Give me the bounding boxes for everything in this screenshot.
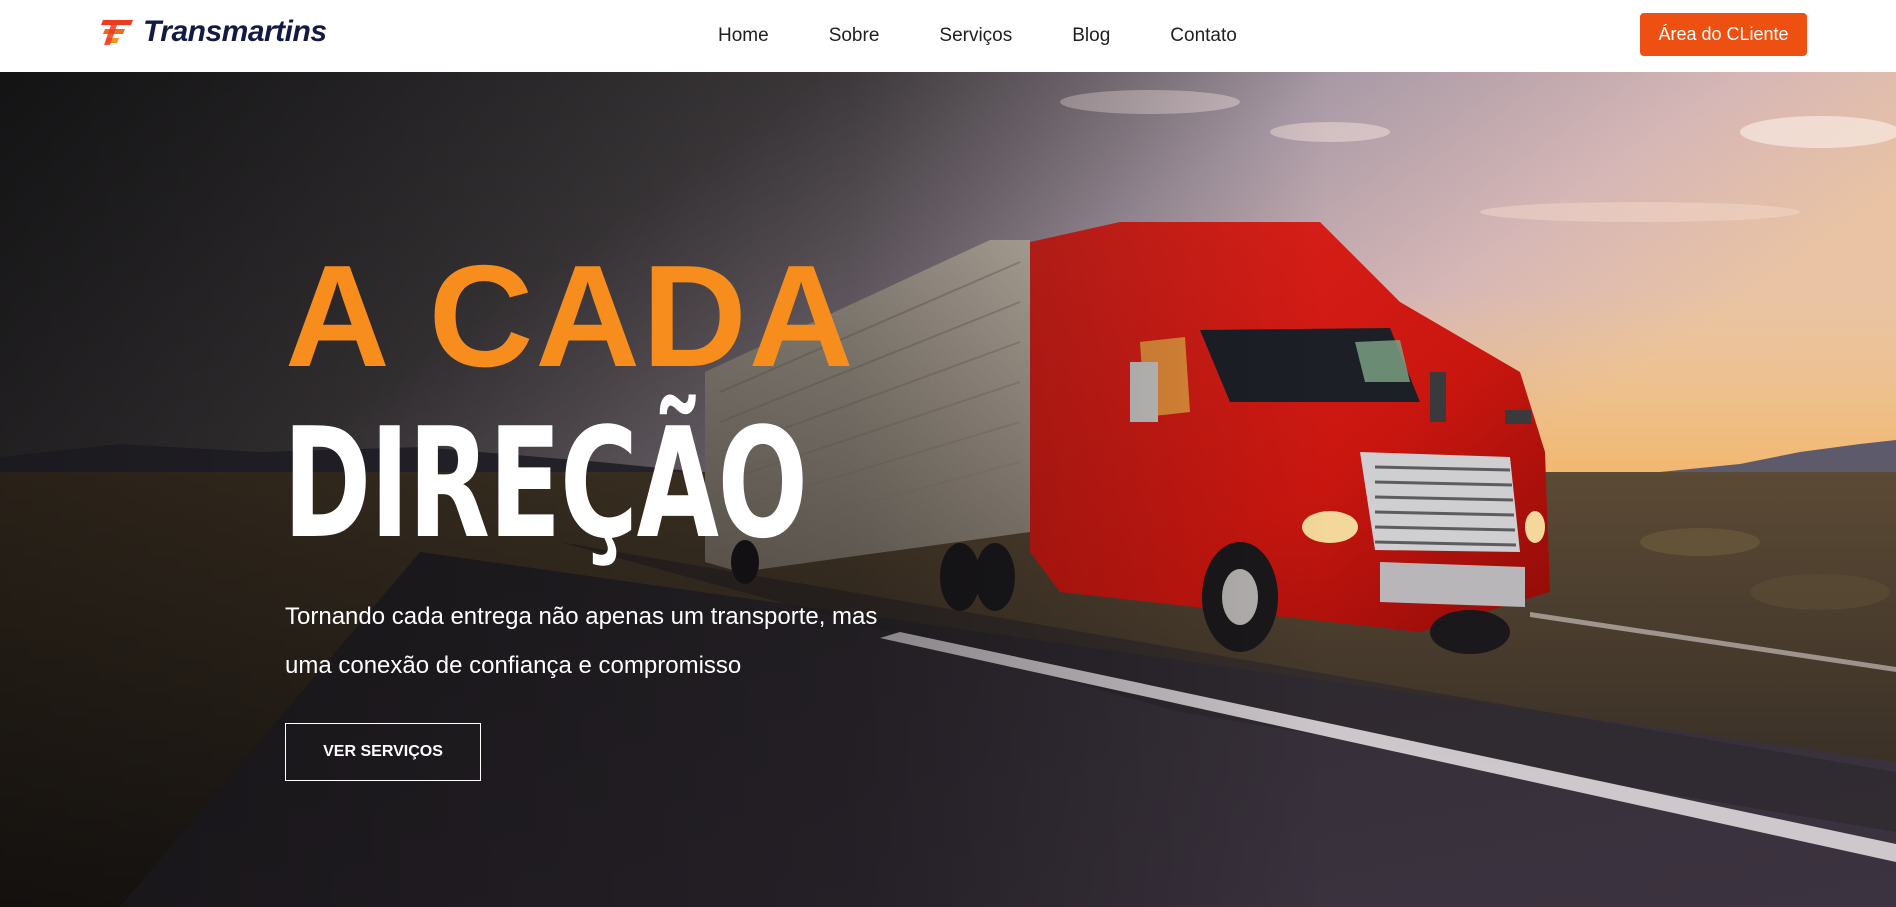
hero-subtext-line2: uma conexão de confiança e compromisso (285, 652, 742, 679)
brand-logo[interactable]: Transmartins (97, 14, 327, 50)
nav-home[interactable]: Home (718, 25, 769, 47)
hero-subtext: Tornando cada entrega não apenas um tran… (285, 592, 985, 690)
speed-stripes-logo-icon (101, 20, 133, 45)
hero-subtext-line1: Tornando cada entrega não apenas um tran… (285, 603, 878, 630)
brand-name: Transmartins (143, 15, 327, 48)
nav-sobre[interactable]: Sobre (829, 25, 880, 47)
nav-contato[interactable]: Contato (1170, 25, 1237, 47)
main-nav: Home Sobre Serviços Blog Contato (718, 0, 1237, 72)
nav-servicos[interactable]: Serviços (939, 25, 1012, 47)
hero-section: A CADA DIREÇÃO Tornando cada entrega não… (0, 72, 1896, 907)
nav-blog[interactable]: Blog (1072, 25, 1110, 47)
see-services-button[interactable]: VER SERVIÇOS (285, 723, 481, 781)
client-area-button[interactable]: Área do CLiente (1640, 13, 1807, 56)
site-header: Transmartins Home Sobre Serviços Blog Co… (0, 0, 1896, 72)
hero-headline-line2: DIREÇÃO (283, 395, 808, 572)
hero-headline-line1: A CADA (285, 235, 856, 397)
